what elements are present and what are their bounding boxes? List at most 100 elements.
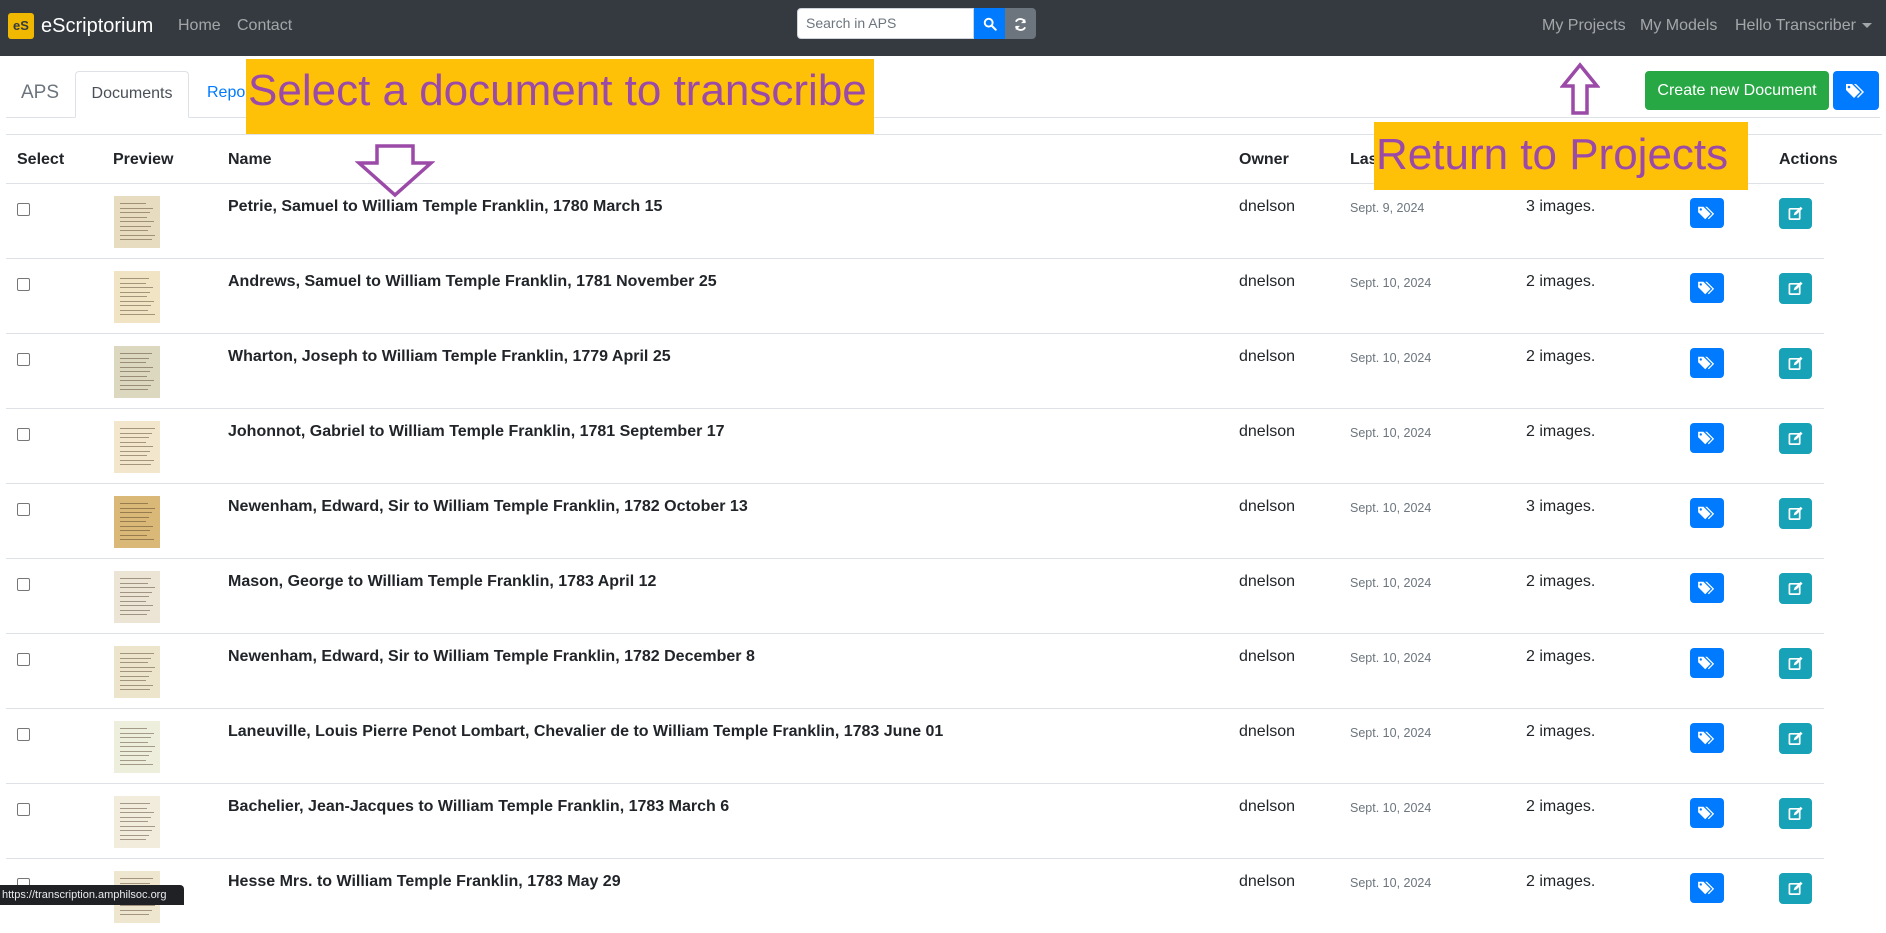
document-tags-button[interactable] [1690, 573, 1724, 603]
document-image-count: 2 images. [1526, 348, 1596, 365]
column-header-name[interactable]: Name [228, 151, 272, 169]
edit-document-button[interactable] [1779, 723, 1812, 754]
select-checkbox[interactable] [17, 653, 30, 666]
select-checkbox[interactable] [17, 578, 30, 591]
select-checkbox[interactable] [17, 728, 30, 741]
edit-document-button[interactable] [1779, 498, 1812, 529]
edit-document-button[interactable] [1779, 348, 1812, 379]
select-checkbox[interactable] [17, 428, 30, 441]
nav-my-models-link[interactable]: My Models [1640, 17, 1717, 35]
document-last-modified: Sept. 10, 2024 [1350, 576, 1432, 590]
document-name-link[interactable]: Mason, George to William Temple Franklin… [228, 573, 656, 591]
document-name-link[interactable]: Andrews, Samuel to William Temple Frankl… [228, 273, 717, 291]
edit-document-button[interactable] [1779, 423, 1812, 454]
document-name-link[interactable]: Bachelier, Jean-Jacques to William Templ… [228, 798, 729, 816]
document-image-count: 2 images. [1526, 273, 1596, 290]
tags-icon [1846, 83, 1864, 98]
create-document-label: Create new Document [1657, 82, 1817, 99]
document-preview-thumbnail[interactable] [114, 271, 160, 323]
tab-documents[interactable]: Documents [75, 71, 189, 118]
edit-icon [1788, 207, 1803, 221]
edit-icon [1788, 732, 1803, 746]
document-name-link[interactable]: Wharton, Joseph to William Temple Frankl… [228, 348, 671, 366]
document-last-modified: Sept. 9, 2024 [1350, 201, 1425, 215]
document-tags-button[interactable] [1690, 273, 1724, 303]
edit-document-button[interactable] [1779, 648, 1812, 679]
edit-document-button[interactable] [1779, 573, 1812, 604]
edit-icon [1788, 357, 1803, 371]
document-preview-thumbnail[interactable] [114, 421, 160, 473]
edit-document-button[interactable] [1779, 198, 1812, 229]
tab-documents-label: Documents [91, 85, 173, 102]
document-tags-button[interactable] [1690, 648, 1724, 678]
table-row: Bachelier, Jean-Jacques to William Templ… [6, 783, 1824, 858]
search-input[interactable]: Search in APS [797, 8, 974, 39]
chevron-down-icon [1861, 23, 1872, 29]
document-preview-thumbnail[interactable] [114, 346, 160, 398]
tab-reports[interactable]: Repor [207, 84, 251, 102]
status-url-text: https://transcription.amphilsoc.org [2, 889, 167, 901]
document-owner: dnelson [1239, 873, 1296, 890]
select-checkbox[interactable] [17, 503, 30, 516]
column-header-owner[interactable]: Owner [1239, 151, 1289, 169]
edit-document-button[interactable] [1779, 273, 1812, 304]
search-button[interactable] [974, 8, 1005, 39]
tags-filter-button[interactable] [1833, 71, 1879, 110]
document-preview-thumbnail[interactable] [114, 196, 160, 248]
table-row: Petrie, Samuel to William Temple Frankli… [6, 183, 1824, 258]
document-tags-button[interactable] [1690, 198, 1724, 228]
document-preview-thumbnail[interactable] [114, 646, 160, 698]
table-row: Hesse Mrs. to William Temple Franklin, 1… [6, 858, 1824, 933]
tags-icon [1698, 581, 1715, 594]
tags-icon [1698, 506, 1715, 519]
document-image-count: 2 images. [1526, 798, 1596, 815]
tags-icon [1698, 806, 1715, 819]
refresh-search-button[interactable] [1005, 8, 1036, 39]
tags-icon [1698, 881, 1715, 894]
document-image-count: 3 images. [1526, 498, 1596, 515]
select-checkbox[interactable] [17, 278, 30, 291]
nav-home-link[interactable]: Home [178, 17, 221, 35]
select-checkbox[interactable] [17, 203, 30, 216]
nav-contact-link[interactable]: Contact [237, 17, 292, 35]
document-owner: dnelson [1239, 198, 1296, 215]
create-document-button[interactable]: Create new Document [1645, 71, 1829, 110]
document-owner: dnelson [1239, 423, 1296, 440]
document-preview-thumbnail[interactable] [114, 496, 160, 548]
user-menu-dropdown[interactable]: Hello Transcriber [1735, 17, 1872, 35]
brand-link[interactable]: eS eScriptorium [8, 13, 153, 39]
document-preview-thumbnail[interactable] [114, 721, 160, 773]
document-tags-button[interactable] [1690, 873, 1724, 903]
nav-my-projects-link[interactable]: My Projects [1542, 17, 1626, 35]
down-arrow-icon [355, 144, 435, 198]
document-image-count: 2 images. [1526, 723, 1596, 740]
table-row: Newenham, Edward, Sir to William Temple … [6, 483, 1824, 558]
edit-icon [1788, 432, 1803, 446]
document-name-link[interactable]: Newenham, Edward, Sir to William Temple … [228, 648, 755, 666]
document-name-link[interactable]: Laneuville, Louis Pierre Penot Lombart, … [228, 723, 943, 741]
document-owner: dnelson [1239, 648, 1296, 665]
document-tags-button[interactable] [1690, 498, 1724, 528]
document-tags-button[interactable] [1690, 723, 1724, 753]
document-name-link[interactable]: Johonnot, Gabriel to William Temple Fran… [228, 423, 725, 441]
column-header-actions: Actions [1779, 151, 1838, 168]
document-preview-thumbnail[interactable] [114, 796, 160, 848]
edit-document-button[interactable] [1779, 873, 1812, 904]
edit-document-button[interactable] [1779, 798, 1812, 829]
document-image-count: 2 images. [1526, 573, 1596, 590]
tags-icon [1698, 356, 1715, 369]
document-name-link[interactable]: Newenham, Edward, Sir to William Temple … [228, 498, 748, 516]
document-tags-button[interactable] [1690, 348, 1724, 378]
select-checkbox[interactable] [17, 803, 30, 816]
document-owner: dnelson [1239, 573, 1296, 590]
document-name-link[interactable]: Petrie, Samuel to William Temple Frankli… [228, 198, 662, 216]
document-owner: dnelson [1239, 498, 1296, 515]
table-row: Mason, George to William Temple Franklin… [6, 558, 1824, 633]
document-tags-button[interactable] [1690, 423, 1724, 453]
document-owner: dnelson [1239, 348, 1296, 365]
document-tags-button[interactable] [1690, 798, 1724, 828]
column-header-select: Select [17, 151, 65, 168]
document-name-link[interactable]: Hesse Mrs. to William Temple Franklin, 1… [228, 873, 621, 891]
select-checkbox[interactable] [17, 353, 30, 366]
document-preview-thumbnail[interactable] [114, 571, 160, 623]
